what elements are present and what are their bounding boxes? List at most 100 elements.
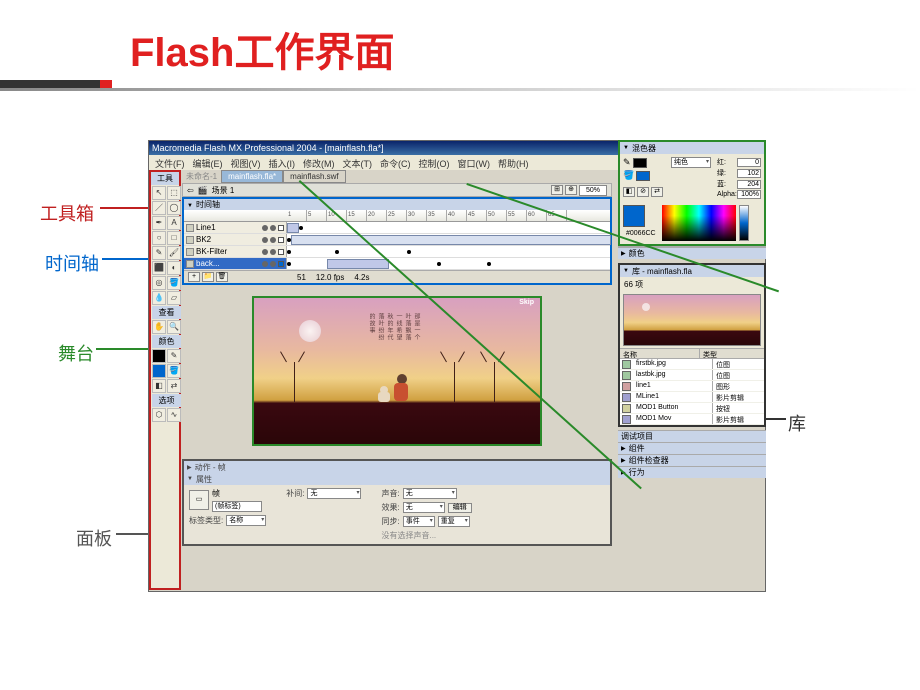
- timeline-title[interactable]: 时间轴: [196, 200, 220, 209]
- oval-tool-icon[interactable]: ○: [152, 231, 166, 245]
- transform-tool-icon[interactable]: ⬛: [152, 261, 166, 275]
- properties-panel-bar[interactable]: ▼属性: [184, 473, 610, 485]
- stage-skip-label: Skip: [519, 299, 534, 306]
- pencil-tool-icon[interactable]: ✎: [152, 246, 166, 260]
- eraser-tool-icon[interactable]: ▱: [167, 291, 181, 305]
- edit-effect-button[interactable]: 编辑: [448, 503, 472, 513]
- lib-col-name[interactable]: 名称: [620, 349, 700, 358]
- menu-view[interactable]: 视图(V): [231, 157, 261, 168]
- eyedropper-tool-icon[interactable]: 💧: [152, 291, 166, 305]
- swatches-panel-bar[interactable]: ▶颜色: [618, 247, 766, 259]
- menu-edit[interactable]: 编辑(E): [193, 157, 223, 168]
- library-list[interactable]: firstbk.jpg位图 lastbk.jpg位图 line1图形 MLine…: [620, 359, 764, 425]
- library-item[interactable]: firstbk.jpg位图: [620, 359, 764, 370]
- hex-input[interactable]: #0066CC: [623, 229, 659, 238]
- stroke-swatch[interactable]: [633, 158, 647, 168]
- zoom-tool-icon[interactable]: 🔍: [167, 320, 181, 334]
- timeline-layers[interactable]: Line1 BK2 BK-Filter back...: [184, 222, 610, 270]
- stroke-pencil-icon[interactable]: ✎: [623, 157, 631, 168]
- color-brightness-bar[interactable]: [739, 205, 749, 241]
- fill-transform-tool-icon[interactable]: ◐: [167, 261, 181, 275]
- stage-tree: [494, 362, 495, 402]
- text-tool-icon[interactable]: A: [167, 216, 181, 230]
- frame-label-input[interactable]: (帧标签): [212, 501, 262, 512]
- fill-color-icon[interactable]: [152, 364, 166, 378]
- stroke-color-icon[interactable]: [152, 349, 166, 363]
- alpha-input[interactable]: 100%: [737, 190, 761, 199]
- debug-panel-bar[interactable]: 调试项目: [618, 430, 766, 442]
- sound-select[interactable]: 无: [403, 488, 457, 499]
- add-folder-icon[interactable]: 📁: [202, 272, 214, 282]
- hand-tool-icon[interactable]: ✋: [152, 320, 166, 334]
- r-input[interactable]: 0: [737, 158, 761, 167]
- swap-col-icon[interactable]: ⇄: [651, 187, 663, 197]
- brush-tool-icon[interactable]: 🖌: [167, 246, 181, 260]
- fill-bucket-icon[interactable]: 🪣: [623, 170, 634, 181]
- layer-row[interactable]: Line1: [184, 222, 610, 234]
- annotation-toolbox: 工具箱: [40, 200, 94, 226]
- fill-swatch[interactable]: [636, 171, 650, 181]
- library-item[interactable]: line1图形: [620, 381, 764, 392]
- menu-insert[interactable]: 插入(I): [269, 157, 296, 168]
- doc-tab-fla[interactable]: mainflash.fla*: [221, 170, 283, 183]
- menu-window[interactable]: 窗口(W): [458, 157, 491, 168]
- tween-select[interactable]: 无: [307, 488, 361, 499]
- stage-canvas[interactable]: Skip 那是一个叶落飘落一线希望秋的年代落叶纷纷的故事: [252, 296, 542, 446]
- bucket-tool-icon[interactable]: 🪣: [167, 276, 181, 290]
- g-input[interactable]: 102: [737, 169, 761, 178]
- fill-swatch[interactable]: 🪣: [167, 364, 181, 378]
- smooth-tool-icon[interactable]: ∿: [167, 408, 181, 422]
- pen-tool-icon[interactable]: ✒: [152, 216, 166, 230]
- layer-row[interactable]: BK-Filter: [184, 246, 610, 258]
- lasso-tool-icon[interactable]: ◯: [167, 201, 181, 215]
- rect-tool-icon[interactable]: □: [167, 231, 181, 245]
- menu-help[interactable]: 帮助(H): [498, 157, 529, 168]
- line-tool-icon[interactable]: ／: [152, 201, 166, 215]
- menu-file[interactable]: 文件(F): [155, 157, 185, 168]
- tag-type-select[interactable]: 名称: [226, 515, 266, 526]
- actions-panel-bar[interactable]: ▶动作 - 帧: [184, 461, 610, 473]
- menu-control[interactable]: 控制(O): [419, 157, 450, 168]
- library-item[interactable]: MLine1影片剪辑: [620, 392, 764, 403]
- snap-tool-icon[interactable]: ⬡: [152, 408, 166, 422]
- library-item[interactable]: MOD1 Mov影片剪辑: [620, 414, 764, 425]
- ink-tool-icon[interactable]: ◎: [152, 276, 166, 290]
- doc-tab-swf[interactable]: mainflash.swf: [283, 170, 345, 183]
- menu-text[interactable]: 文本(T): [343, 157, 373, 168]
- ruler-mark: 1: [287, 210, 307, 221]
- color-spectrum[interactable]: [662, 205, 736, 241]
- bw-tool-icon[interactable]: ◧: [152, 379, 166, 393]
- fill-type-select[interactable]: 纯色: [671, 157, 711, 168]
- stage-area[interactable]: Skip 那是一个叶落飘落一线希望秋的年代落叶纷纷的故事: [182, 285, 612, 457]
- library-header[interactable]: ▼库 - mainflash.fla: [620, 265, 764, 277]
- scene-name[interactable]: 场景 1: [212, 185, 235, 196]
- b-input[interactable]: 204: [737, 180, 761, 189]
- mixer-header[interactable]: ▼混色器: [620, 142, 764, 154]
- inspector-panel-bar[interactable]: ▶组件检查器: [618, 454, 766, 466]
- edit-scene-icon[interactable]: ⊞: [551, 185, 563, 195]
- layer-name: back...: [196, 259, 220, 268]
- selection-tool-icon[interactable]: ↖: [152, 186, 166, 200]
- lib-col-type[interactable]: 类型: [700, 349, 764, 358]
- add-layer-icon[interactable]: +: [188, 272, 200, 282]
- effect-select[interactable]: 无: [403, 502, 445, 513]
- edit-symbol-icon[interactable]: ⊕: [565, 185, 577, 195]
- back-arrow-icon[interactable]: ⇦: [187, 186, 194, 195]
- zoom-input[interactable]: 50%: [579, 185, 607, 196]
- sound-hint: 没有选择声音...: [381, 530, 436, 541]
- components-panel-bar[interactable]: ▶组件: [618, 442, 766, 454]
- subselect-tool-icon[interactable]: ⬚: [167, 186, 181, 200]
- layer-row[interactable]: BK2: [184, 234, 610, 246]
- library-item[interactable]: MOD1 Button按钮: [620, 403, 764, 414]
- nocol-icon[interactable]: ⊘: [637, 187, 649, 197]
- swap-tool-icon[interactable]: ⇄: [167, 379, 181, 393]
- behaviors-panel-bar[interactable]: ▶行为: [618, 466, 766, 478]
- sync-select-1[interactable]: 事件: [403, 516, 435, 527]
- menu-modify[interactable]: 修改(M): [303, 157, 335, 168]
- delete-layer-icon[interactable]: 🗑: [216, 272, 228, 282]
- sync-select-2[interactable]: 重复: [438, 516, 470, 527]
- library-item[interactable]: lastbk.jpg位图: [620, 370, 764, 381]
- menu-commands[interactable]: 命令(C): [380, 157, 411, 168]
- bw-icon[interactable]: ◧: [623, 187, 635, 197]
- stroke-swatch[interactable]: ✎: [167, 349, 181, 363]
